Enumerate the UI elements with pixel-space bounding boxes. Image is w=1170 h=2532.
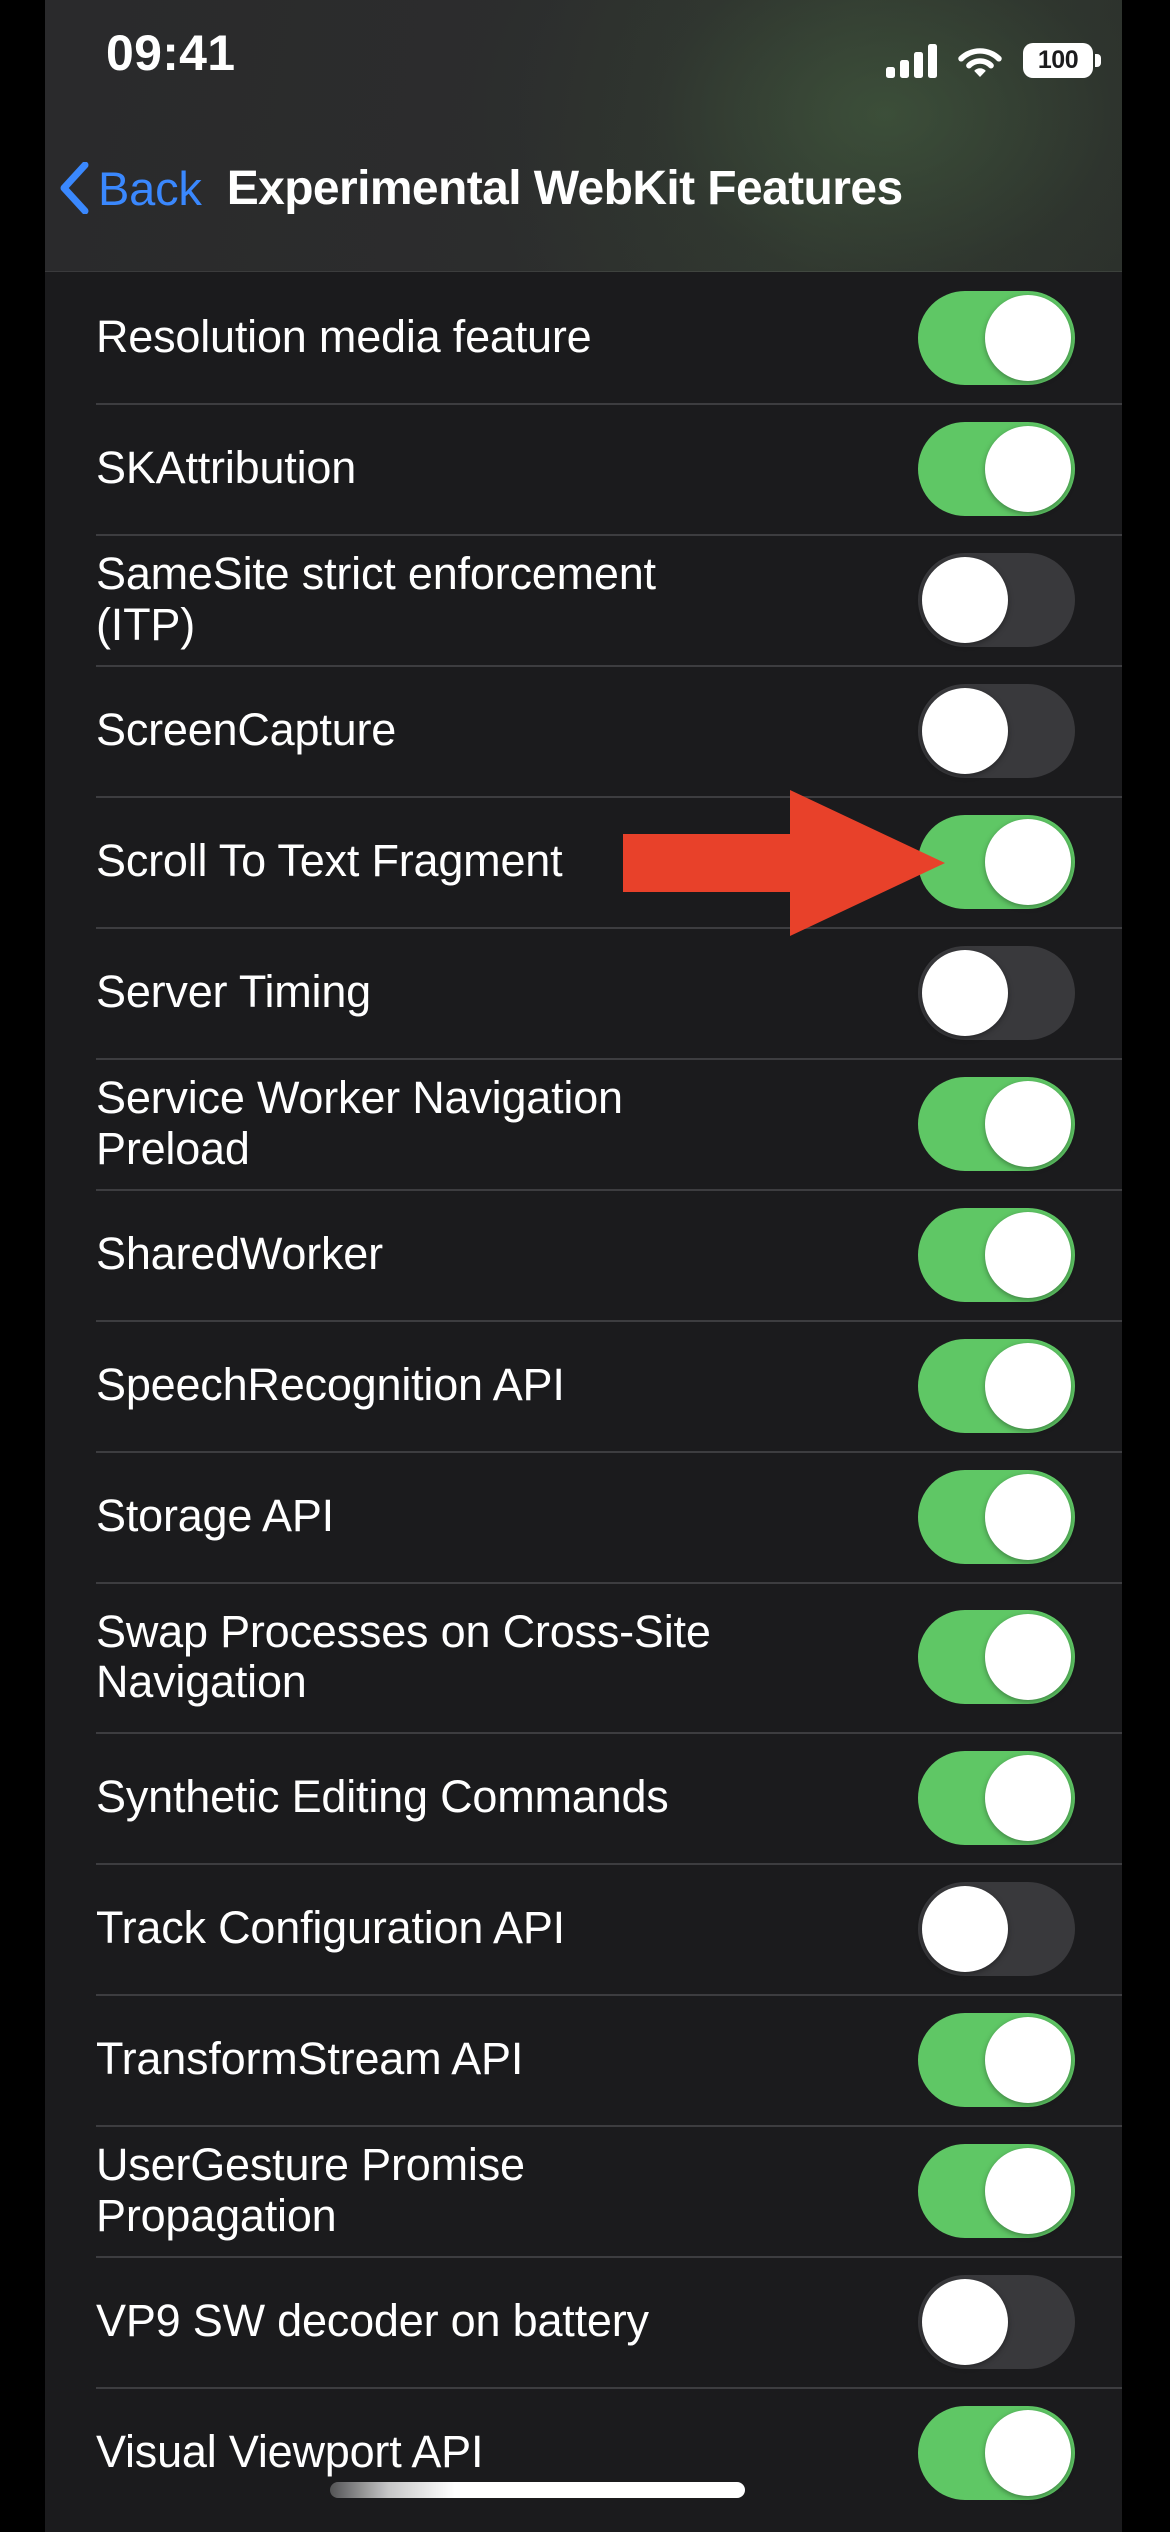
row-label: Storage API	[96, 1490, 334, 1542]
status-bar: 09:41 100	[45, 0, 1122, 110]
table-row[interactable]: SpeechRecognition API	[45, 1320, 1122, 1451]
row-label: Swap Processes on Cross-Site Navigation	[96, 1605, 711, 1707]
battery-level-label: 100	[1037, 46, 1079, 74]
back-button-label: Back	[98, 161, 202, 215]
toggle-switch[interactable]	[918, 1750, 1075, 1845]
toggle-switch[interactable]	[918, 2012, 1075, 2107]
nav-bar: Back Experimental WebKit Features	[45, 143, 1122, 233]
feature-toggle-list: Resolution media feature SKAttribution Sam…	[45, 272, 1122, 2532]
row-label: SKAttribution	[96, 442, 357, 494]
toggle-switch[interactable]	[918, 1610, 1075, 1704]
home-indicator	[330, 2482, 745, 2498]
toggle-knob	[985, 1754, 1071, 1841]
table-row[interactable]: SKAttribution	[45, 403, 1122, 534]
row-label: Track Configuration API	[96, 1902, 565, 1954]
toggle-switch[interactable]	[918, 2405, 1075, 2500]
toggle-knob	[985, 2409, 1071, 2496]
toggle-switch[interactable]	[918, 1881, 1075, 1976]
toggle-knob	[985, 1614, 1071, 1700]
toggle-switch[interactable]	[918, 1469, 1075, 1564]
toggle-switch[interactable]	[918, 814, 1075, 909]
toggle-knob	[985, 1080, 1071, 1167]
table-row[interactable]: ScreenCapture	[45, 665, 1122, 796]
page-title: Experimental WebKit Features	[226, 161, 903, 215]
table-row[interactable]: Scroll To Text Fragment	[45, 796, 1122, 927]
toggle-knob	[985, 1342, 1071, 1429]
row-label: VP9 SW decoder on battery	[96, 2295, 649, 2347]
row-label: SharedWorker	[96, 1228, 383, 1280]
toggle-knob	[922, 949, 1008, 1036]
table-row[interactable]: Server Timing	[45, 927, 1122, 1058]
toggle-switch[interactable]	[918, 1338, 1075, 1433]
toggle-knob	[985, 1211, 1071, 1298]
toggle-switch[interactable]	[918, 421, 1075, 516]
toggle-switch[interactable]	[918, 1207, 1075, 1302]
row-label: Synthetic Editing Commands	[96, 1771, 669, 1823]
navigation-header: 09:41 100 Back Experimental WebKit Featu…	[45, 0, 1122, 272]
cellular-signal-icon	[886, 43, 937, 78]
row-label: ScreenCapture	[96, 704, 397, 756]
row-label: UserGesture Promise Propagation	[96, 2139, 525, 2241]
toggle-switch[interactable]	[918, 2143, 1075, 2238]
table-row[interactable]: TransformStream API	[45, 1994, 1122, 2125]
table-row[interactable]: Resolution media feature	[45, 272, 1122, 403]
chevron-left-icon	[59, 162, 89, 214]
battery-icon: 100	[1023, 43, 1101, 78]
table-row[interactable]: VP9 SW decoder on battery	[45, 2256, 1122, 2387]
toggle-knob	[922, 2278, 1008, 2365]
toggle-knob	[985, 2016, 1071, 2103]
toggle-knob	[985, 1473, 1071, 1560]
table-row[interactable]: Swap Processes on Cross-Site Navigation	[45, 1582, 1122, 1732]
screen: 09:41 100 Back Experimental WebKit Featu…	[45, 0, 1122, 2532]
back-button[interactable]: Back	[59, 161, 202, 216]
toggle-knob	[922, 556, 1008, 643]
toggle-switch[interactable]	[918, 552, 1075, 647]
row-label: Server Timing	[96, 966, 371, 1018]
status-bar-clock: 09:41	[106, 25, 236, 81]
toggle-knob	[985, 2147, 1071, 2234]
row-label: Resolution media feature	[96, 311, 592, 363]
table-row[interactable]: SameSite strict enforcement (ITP)	[45, 534, 1122, 665]
row-label: Service Worker Navigation Preload	[96, 1072, 623, 1174]
table-row[interactable]: SharedWorker	[45, 1189, 1122, 1320]
table-row[interactable]: Synthetic Editing Commands	[45, 1732, 1122, 1863]
toggle-switch[interactable]	[918, 290, 1075, 385]
toggle-switch[interactable]	[918, 2274, 1075, 2369]
toggle-switch[interactable]	[918, 945, 1075, 1040]
status-bar-icons: 100	[886, 43, 1101, 78]
toggle-switch[interactable]	[918, 1076, 1075, 1171]
wifi-icon	[958, 44, 1002, 77]
iphone-device-frame: 09:41 100 Back Experimental WebKit Featu…	[0, 0, 1170, 2532]
row-label: TransformStream API	[96, 2033, 524, 2085]
row-label: Visual Viewport API	[96, 2426, 484, 2478]
table-row[interactable]: Service Worker Navigation Preload	[45, 1058, 1122, 1189]
toggle-switch[interactable]	[918, 683, 1075, 778]
row-label: Scroll To Text Fragment	[96, 835, 563, 887]
row-label: SpeechRecognition API	[96, 1359, 565, 1411]
table-row[interactable]: Track Configuration API	[45, 1863, 1122, 1994]
toggle-knob	[985, 294, 1071, 381]
toggle-knob	[922, 1885, 1008, 1972]
toggle-knob	[922, 687, 1008, 774]
table-row[interactable]: Storage API	[45, 1451, 1122, 1582]
table-row[interactable]: Visual Viewport API	[45, 2387, 1122, 2518]
row-label: SameSite strict enforcement (ITP)	[96, 548, 656, 650]
toggle-knob	[985, 818, 1071, 905]
toggle-knob	[985, 425, 1071, 512]
table-row[interactable]: UserGesture Promise Propagation	[45, 2125, 1122, 2256]
